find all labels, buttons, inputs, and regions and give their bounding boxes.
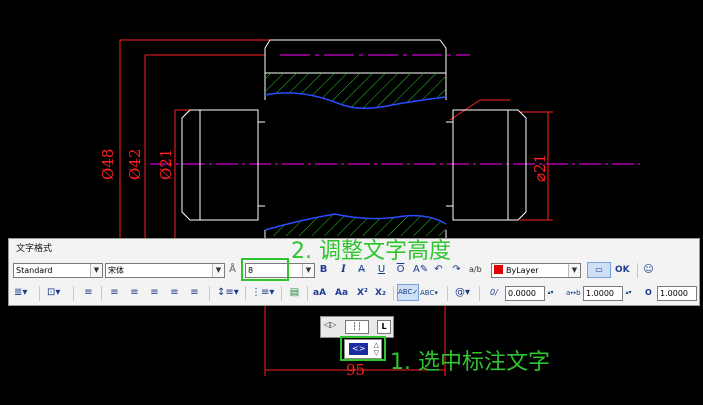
color-value: ByLayer <box>506 266 539 275</box>
font-select[interactable]: 宋体 ▼ <box>105 263 225 278</box>
style-select[interactable]: Standard ▼ <box>13 263 103 278</box>
redo-icon[interactable]: ↷ <box>451 262 462 278</box>
dictionary-icon[interactable]: ABC▾ <box>420 285 438 301</box>
annotation-step-2: 2. 调整文字高度 <box>291 239 451 264</box>
tracking-value: 1.0000 <box>586 289 614 298</box>
dim-d42[interactable]: Ø42 <box>126 149 144 180</box>
highlight-selected-text <box>340 336 386 361</box>
divider <box>101 286 102 301</box>
ruler-icon[interactable]: ▭ <box>587 262 611 278</box>
divider <box>245 286 246 301</box>
align-right-icon[interactable]: ≡ <box>149 285 160 301</box>
subscript-button[interactable]: X₂ <box>375 285 386 301</box>
chevron-down-icon[interactable]: ▼ <box>568 264 580 277</box>
highlight-height-field <box>241 258 289 281</box>
oblique-angle-input[interactable]: 0.0000 <box>505 286 545 301</box>
oblique-value: 0.0000 <box>508 289 536 298</box>
numbering-icon[interactable]: ⋮≡▾ <box>251 285 274 301</box>
divider <box>307 286 308 301</box>
chevron-down-icon[interactable]: ▼ <box>212 264 224 277</box>
align-justify-icon[interactable]: ≡ <box>169 285 180 301</box>
divider <box>637 263 638 278</box>
width-factor-input[interactable]: 1.0000 <box>657 286 697 301</box>
style-value: Standard <box>16 266 53 275</box>
chevron-down-icon[interactable]: ▼ <box>90 264 102 277</box>
width-factor-icon: O <box>645 288 652 297</box>
tab-arrows-icon[interactable]: ◁▷ <box>324 320 336 329</box>
divider <box>281 286 282 301</box>
divider <box>447 286 448 301</box>
dim-len95[interactable]: 95 <box>346 361 365 379</box>
ok-button[interactable]: OK <box>615 262 630 278</box>
column-icon[interactable]: ≣▾ <box>14 285 27 301</box>
dim-d21-right[interactable]: ⌀21 <box>531 154 549 182</box>
toolbar-title: 文字格式 <box>16 244 53 254</box>
divider <box>209 286 210 301</box>
indent-slider[interactable]: ┆┆ <box>345 320 369 334</box>
paragraph-icon[interactable]: ≡ <box>83 285 94 301</box>
spinner-icon[interactable]: ▴▾ <box>623 285 634 301</box>
lowercase-button[interactable]: Aa <box>335 285 348 301</box>
stack-icon[interactable]: a/b <box>469 262 482 278</box>
chevron-down-icon[interactable]: ▼ <box>302 264 314 277</box>
dim-d21-left[interactable]: Ø21 <box>157 149 175 180</box>
spell-check-icon[interactable]: ABC✓ <box>397 284 419 301</box>
annotative-icon[interactable]: Å <box>227 262 238 278</box>
annotation-step-1: 1. 选中标注文字 <box>390 350 550 375</box>
dim-d48[interactable]: Ø48 <box>99 149 117 180</box>
options-icon[interactable]: ☺ <box>643 262 654 278</box>
color-swatch <box>494 265 503 274</box>
divider <box>73 286 74 301</box>
tracking-label: a↔b <box>566 289 581 297</box>
align-left-icon[interactable]: ≡ <box>109 285 120 301</box>
dimension-text-ruler[interactable]: ◁▷ ┆┆ L <box>320 316 394 338</box>
tab-mark[interactable]: L <box>377 320 391 334</box>
symbol-icon[interactable]: @▾ <box>455 285 470 301</box>
insert-field-icon[interactable]: ▤ <box>289 285 300 301</box>
align-distribute-icon[interactable]: ≡ <box>189 285 200 301</box>
divider <box>393 286 394 301</box>
divider <box>39 286 40 301</box>
hatch-top <box>265 73 446 109</box>
font-value: 宋体 <box>108 266 124 275</box>
align-center-icon[interactable]: ≡ <box>129 285 140 301</box>
line-spacing-icon[interactable]: ↕≡▾ <box>217 285 239 301</box>
oblique-icon: 0/ <box>490 288 498 297</box>
superscript-button[interactable]: X² <box>357 285 368 301</box>
width-value: 1.0000 <box>660 289 688 298</box>
tracking-input[interactable]: 1.0000 <box>583 286 623 301</box>
uppercase-button[interactable]: aA <box>313 285 326 301</box>
color-select[interactable]: ByLayer ▼ <box>491 263 581 278</box>
divider <box>479 286 480 301</box>
justify-icon[interactable]: ⊡▾ <box>47 285 60 301</box>
spinner-icon[interactable]: ▴▾ <box>545 285 556 301</box>
